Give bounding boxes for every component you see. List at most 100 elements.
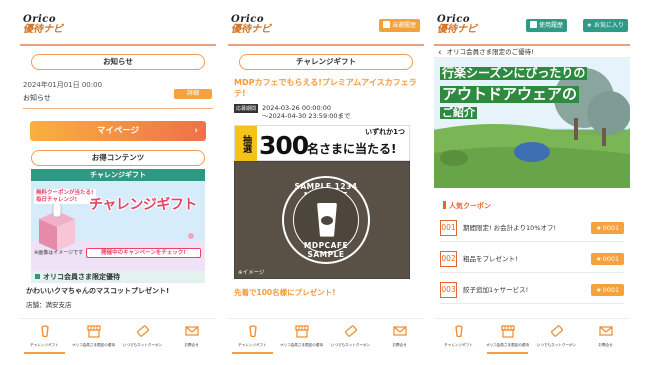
bottom-tab-bar: チャレンジギフト オリコ会員さま限定の優待 いつでもネットクーポン お問合せ	[20, 318, 216, 354]
favorite-count-badge[interactable]: ★0001	[591, 222, 624, 234]
banner-title: チャレンジギフト	[89, 197, 197, 213]
tab-label: チャレンジギフト	[30, 343, 59, 347]
mail-icon	[598, 326, 613, 336]
promo-header: 抽選 いずれか1つ 300 名さまに当たる!	[234, 124, 410, 162]
cafe-seal: SAMPLE 1234 MDPCAFE MDPCAFE SAMPLE	[282, 175, 370, 264]
app-logo[interactable]: Orico 優待ナビ	[23, 15, 63, 35]
favorites-label: お気に入り	[593, 22, 624, 29]
coupon-item[interactable]: 001 期間限定! お会計より10%オフ! ★0001	[440, 216, 624, 242]
bottom-tab-bar: チャレンジギフト オリコ会員さま限定の優待 いつでもネットクーポン お問合せ	[434, 318, 630, 354]
tab-label: お問合せ	[392, 343, 407, 347]
back-chevron-icon[interactable]: ‹	[438, 48, 442, 58]
favorite-count-badge[interactable]: ★0001	[591, 253, 624, 265]
mail-icon	[392, 326, 407, 336]
tab-label: オリコ会員さま限定の優待	[485, 343, 530, 347]
store-icon	[86, 325, 101, 338]
usage-history-label: 使用履歴	[539, 22, 564, 29]
member-offer-label: オリコ会員さま限定優待	[43, 273, 120, 281]
tab-net-coupon[interactable]: いつでもネットクーポン	[532, 319, 581, 354]
coupon-number: 002	[440, 251, 457, 267]
mypage-button[interactable]: マイページ ›	[30, 121, 206, 141]
tab-label: オリコ会員さま限定の優待	[71, 343, 116, 347]
ticket-icon	[550, 325, 563, 337]
back-row-title: オリコ会員さま限定のご優待!	[446, 48, 534, 56]
period-text: 2024-03-26 00:00:00 ～2024-04-30 23:59:00…	[262, 104, 351, 120]
tab-contact[interactable]: お問合せ	[375, 319, 424, 354]
seal-text-bottom: MDPCAFE SAMPLE	[303, 240, 349, 259]
lottery-cup-icon	[248, 325, 257, 338]
ticket-icon	[136, 325, 149, 337]
star-icon: ★	[595, 224, 602, 232]
app-logo[interactable]: Orico 優待ナビ	[231, 15, 271, 35]
coupon-text: 粗品をプレゼント!	[463, 255, 518, 263]
tab-member-offers[interactable]: オリコ会員さま限定の優待	[483, 319, 532, 354]
divider	[23, 108, 213, 109]
promo-image: 抽選 いずれか1つ 300 名さまに当たる! SAMPLE 1234 MDPCA…	[234, 124, 410, 279]
tab-contact[interactable]: お問合せ	[167, 319, 216, 354]
tab-contact[interactable]: お問合せ	[581, 319, 630, 354]
app-header: Orico 優待ナビ 当選履歴	[228, 12, 424, 46]
coupon-item[interactable]: 002 粗品をプレゼント! ★0001	[440, 247, 624, 273]
article-title: MDPカフェでもらえる!プレミアムアイスカフェラテ!	[234, 78, 417, 98]
mypage-label: マイページ	[96, 126, 140, 136]
tab-challenge-gift[interactable]: チャレンジギフト	[434, 319, 483, 354]
offer-title[interactable]: かわいいクマちゃんのマスコットプレゼント!	[26, 286, 216, 296]
period-badge: 応募期間	[234, 103, 259, 113]
tab-challenge-gift[interactable]: チャレンジギフト	[20, 319, 69, 354]
favorite-count: 0001	[602, 286, 620, 294]
tab-label: オリコ会員さま限定の優待	[279, 343, 324, 347]
history-icon	[530, 21, 537, 28]
coupon-item[interactable]: 003 餃子追加1ヶサービス! ★0001	[440, 278, 624, 304]
tab-label: チャレンジギフト	[444, 343, 473, 347]
hero-line-1: 行楽シーズンにぴったりの	[440, 66, 588, 81]
chevron-right-icon: ›	[194, 126, 198, 136]
favorite-count: 0001	[602, 255, 620, 263]
logo-sub: 優待ナビ	[231, 24, 271, 35]
star-icon: ★	[595, 286, 602, 294]
lottery-label: 抽選	[235, 125, 257, 162]
coupon-text: 餃子追加1ヶサービス!	[463, 286, 529, 294]
store-icon	[500, 325, 515, 338]
app-header: Orico 優待ナビ	[20, 12, 216, 46]
tab-label: いつでもネットクーポン	[330, 343, 371, 347]
favorites-button[interactable]: ★ お気に入り	[582, 19, 628, 32]
page: Orico 優待ナビ お知らせ 2024年01月01日 00:00 お知らせ 詳…	[0, 0, 650, 365]
tab-label: お問合せ	[184, 343, 199, 347]
winners-history-button[interactable]: 当選履歴	[378, 19, 420, 32]
tab-challenge-gift[interactable]: チャレンジギフト	[228, 319, 277, 354]
favorite-count: 0001	[602, 224, 620, 232]
star-icon: ★	[586, 22, 593, 29]
ticket-icon	[344, 325, 357, 337]
tab-member-offers[interactable]: オリコ会員さま限定の優待	[69, 319, 118, 354]
usage-history-button[interactable]: 使用履歴	[526, 19, 568, 32]
hero-image: 行楽シーズンにぴったりの アウトドアウェアの ご紹介	[434, 58, 630, 188]
member-offer-bar: オリコ会員さま限定優待	[31, 271, 205, 283]
one-each-label: いずれか1つ	[365, 127, 405, 136]
tab-label: お問合せ	[598, 343, 613, 347]
screen-home: Orico 優待ナビ お知らせ 2024年01月01日 00:00 お知らせ 詳…	[20, 12, 216, 354]
tab-net-coupon[interactable]: いつでもネットクーポン	[118, 319, 167, 354]
tab-member-offers[interactable]: オリコ会員さま限定の優待	[277, 319, 326, 354]
crown-icon	[382, 21, 390, 28]
campaign-check-button[interactable]: 開催中のキャンペーンをチェック!	[86, 248, 201, 258]
offer-store: 店舗：満安支店	[26, 301, 72, 309]
coffee-cup-icon	[317, 202, 337, 237]
challenge-gift-bar: チャレンジギフト	[31, 169, 205, 181]
deals-section-title: お得コンテンツ	[31, 150, 205, 166]
mail-icon	[184, 326, 199, 336]
logo-sub: 優待ナビ	[437, 24, 477, 35]
challenge-gift-banner[interactable]: 無料クーポンが当たる! 毎日チャレンジ! チャレンジギフト ※画像はイメージです…	[31, 181, 205, 271]
win-text: 名さまに当たる!	[307, 141, 397, 156]
lottery-cup-icon	[40, 325, 49, 338]
bullet-icon	[35, 274, 40, 279]
winner-count: 300	[259, 130, 309, 160]
period-start: 2024-03-26 00:00:00	[262, 103, 332, 112]
coupon-text: 期間限定! お会計より10%オフ!	[463, 224, 557, 232]
next-article-title[interactable]: 先着で100名様にプレゼント!	[234, 287, 424, 298]
favorite-count-badge[interactable]: ★0001	[591, 284, 624, 296]
app-logo[interactable]: Orico 優待ナビ	[437, 15, 477, 35]
period-row: 応募期間 2024-03-26 00:00:00 ～2024-04-30 23:…	[234, 103, 424, 122]
back-row[interactable]: ‹ オリコ会員さま限定のご優待!	[434, 46, 630, 58]
tab-net-coupon[interactable]: いつでもネットクーポン	[326, 319, 375, 354]
notice-detail-button[interactable]: 詳細	[174, 89, 212, 99]
